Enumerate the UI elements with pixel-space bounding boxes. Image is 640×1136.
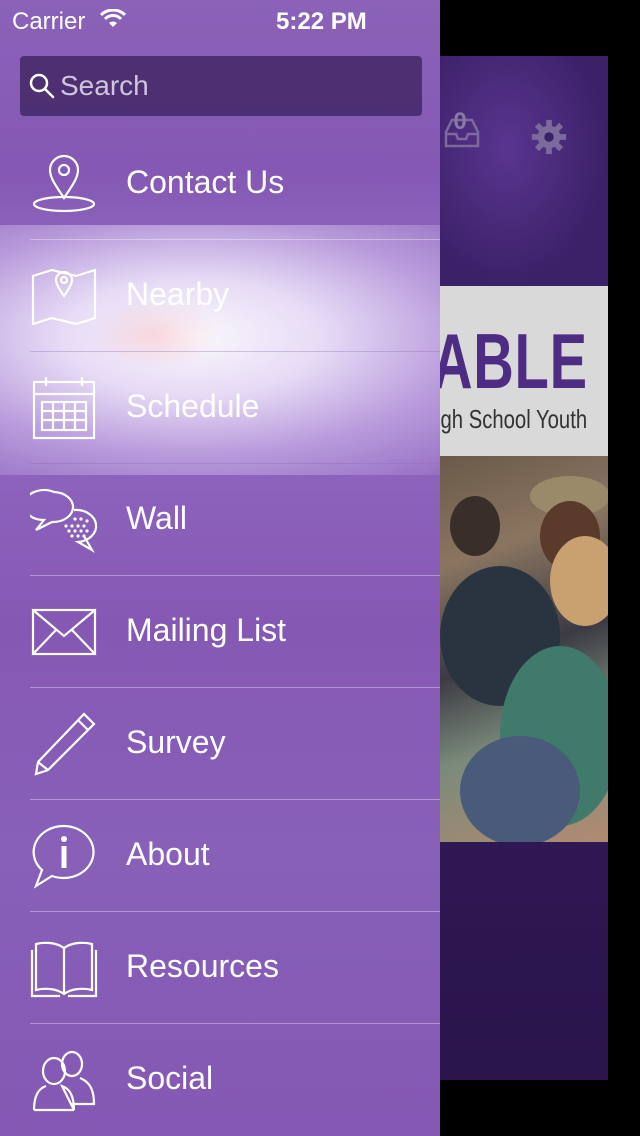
banner-title: ABLE <box>440 317 588 405</box>
background-app: 0 ABLE igh School Youth <box>440 0 640 1136</box>
app-banner: ABLE igh School Youth <box>440 286 608 456</box>
menu-label: Mailing List <box>126 612 287 648</box>
menu-label: Social <box>126 1060 214 1096</box>
map-icon <box>31 268 97 326</box>
menu-item-contact-us[interactable]: Contact Us <box>0 128 440 240</box>
status-bar: Carrier 5:22 PM <box>0 0 440 40</box>
search-bar[interactable] <box>20 56 422 116</box>
app-content-panel[interactable]: 0 ABLE igh School Youth <box>440 56 608 1080</box>
calendar-icon <box>32 377 96 440</box>
drawer-menu: Contact Us Nearby Schedule Wall Mailing … <box>0 128 440 1136</box>
menu-item-social[interactable]: Social <box>0 1024 440 1136</box>
pencil-icon <box>34 712 96 776</box>
book-icon <box>30 941 98 998</box>
banner-photo <box>440 456 608 842</box>
status-time: 5:22 PM <box>276 8 367 35</box>
search-icon <box>29 73 55 99</box>
menu-label: Wall <box>126 500 188 536</box>
chat-bubbles-icon <box>30 488 98 553</box>
menu-item-nearby[interactable]: Nearby <box>0 240 440 352</box>
menu-item-schedule[interactable]: Schedule <box>0 352 440 464</box>
wifi-icon <box>100 9 126 27</box>
app-toolbar: 0 <box>440 56 608 286</box>
envelope-icon <box>31 608 97 656</box>
menu-label: Nearby <box>126 276 230 312</box>
banner-subtitle: igh School Youth <box>440 404 588 434</box>
menu-label: Survey <box>126 724 226 760</box>
menu-label: Resources <box>126 948 279 984</box>
menu-item-mailing-list[interactable]: Mailing List <box>0 576 440 688</box>
location-pin-icon <box>32 154 96 213</box>
gear-icon[interactable] <box>530 118 568 156</box>
menu-item-survey[interactable]: Survey <box>0 688 440 800</box>
people-icon <box>32 1050 96 1112</box>
carrier-label: Carrier <box>12 8 86 35</box>
side-drawer: Carrier 5:22 PM Contact Us <box>0 0 440 1136</box>
info-bubble-icon <box>32 824 95 889</box>
menu-item-wall[interactable]: Wall <box>0 464 440 576</box>
search-input[interactable] <box>60 66 410 106</box>
menu-label: Contact Us <box>126 164 285 200</box>
inbox-count-badge: 0 <box>453 108 467 135</box>
menu-item-resources[interactable]: Resources <box>0 912 440 1024</box>
menu-label: About <box>126 836 210 872</box>
menu-label: Schedule <box>126 388 260 424</box>
menu-item-about[interactable]: About <box>0 800 440 912</box>
